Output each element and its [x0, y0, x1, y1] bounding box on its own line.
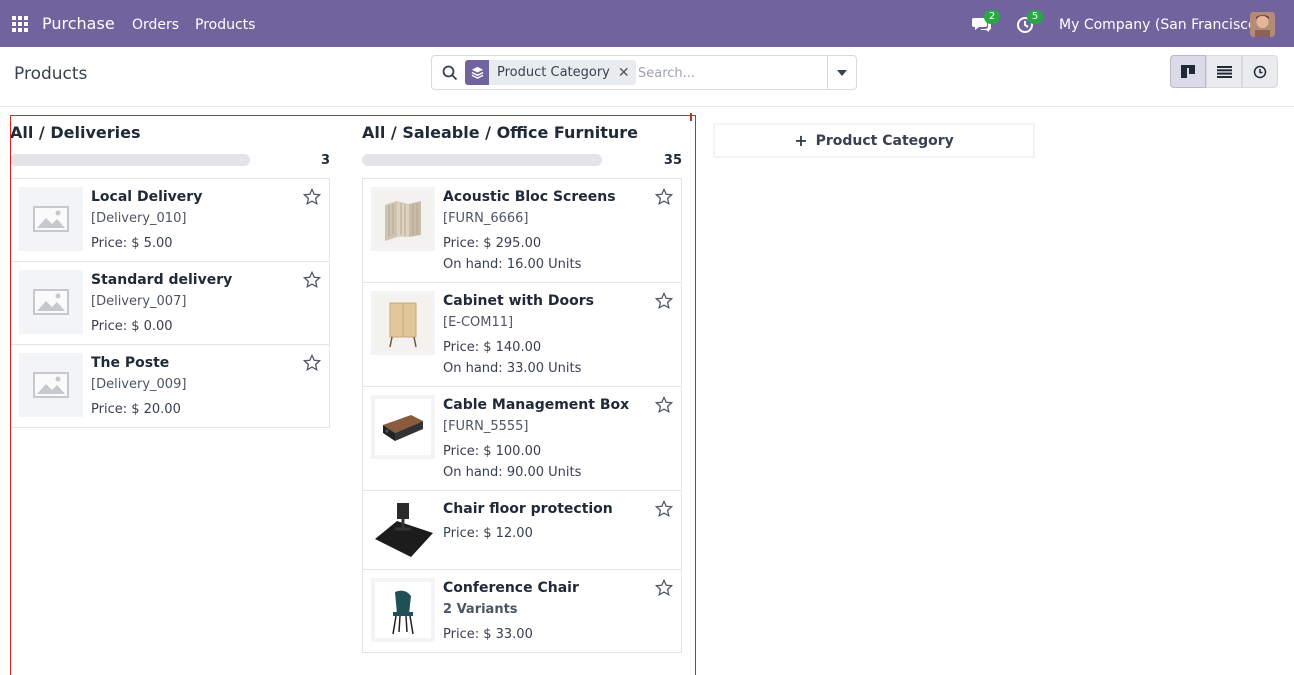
product-image [19, 353, 83, 417]
product-card[interactable]: Standard delivery [Delivery_007] Price: … [10, 261, 330, 345]
kanban-icon [1181, 64, 1195, 78]
company-switcher[interactable]: My Company (San Francisco) [1059, 17, 1262, 33]
search-bar: Product Category ✕ [431, 55, 857, 90]
view-switcher [1170, 55, 1278, 88]
messages-count-badge: 2 [984, 10, 1000, 24]
product-reference: [E-COM11] [443, 315, 514, 330]
activities-button[interactable]: 5 [1015, 10, 1043, 34]
product-price: Price: $ 5.00 [91, 236, 173, 251]
menu-products[interactable]: Products [195, 17, 255, 33]
product-reference: [FURN_5555] [443, 419, 529, 434]
product-image [19, 270, 83, 334]
apps-menu-icon[interactable] [12, 16, 28, 32]
control-panel: Products Product Category ✕ [0, 47, 1294, 107]
product-image [371, 291, 435, 355]
favorite-star-icon[interactable] [655, 292, 673, 310]
user-avatar[interactable] [1250, 12, 1275, 37]
messages-button[interactable]: 2 [972, 10, 1000, 34]
product-price: Price: $ 100.00 [443, 444, 542, 459]
product-name: Conference Chair [443, 580, 579, 596]
clock-icon [1253, 65, 1267, 78]
product-on-hand: On hand: 90.00 Units [443, 465, 582, 480]
placeholder-image-icon [33, 372, 69, 398]
product-price: Price: $ 0.00 [91, 319, 173, 334]
product-name: Chair floor protection [443, 501, 613, 517]
product-card[interactable]: Local Delivery [Delivery_010] Price: $ 5… [10, 178, 330, 262]
add-column-button[interactable]: + Product Category [714, 124, 1034, 157]
favorite-star-icon[interactable] [655, 579, 673, 597]
product-reference: [FURN_6666] [443, 211, 529, 226]
kanban-board: All / Deliveries 3 Local Delivery [Deliv… [0, 108, 1294, 657]
page-title[interactable]: Products [14, 64, 87, 84]
column-progress-bar[interactable] [362, 154, 602, 166]
product-name: Cabinet with Doors [443, 293, 594, 309]
product-price: Price: $ 12.00 [443, 526, 533, 541]
product-price: Price: $ 33.00 [443, 627, 533, 642]
favorite-star-icon[interactable] [655, 500, 673, 518]
product-name: Standard delivery [91, 272, 233, 288]
favorite-star-icon[interactable] [303, 354, 321, 372]
group-by-facet: Product Category ✕ [465, 60, 636, 85]
layers-icon [465, 60, 489, 85]
product-image [371, 187, 435, 251]
column-count: 3 [320, 153, 330, 168]
column-title[interactable]: All / Deliveries [10, 123, 140, 142]
product-card[interactable]: Cable Management Box [FURN_5555] Price: … [362, 386, 682, 491]
placeholder-image-icon [33, 289, 69, 315]
placeholder-image-icon [33, 206, 69, 232]
kanban-view-button[interactable] [1170, 55, 1206, 88]
product-image [371, 395, 435, 459]
column-title[interactable]: All / Saleable / Office Furniture [362, 123, 638, 142]
product-on-hand: On hand: 16.00 Units [443, 257, 582, 272]
product-name: Cable Management Box [443, 397, 630, 413]
product-card[interactable]: Acoustic Bloc Screens [FURN_6666] Price:… [362, 178, 682, 283]
highlight-outline-tick [690, 113, 692, 121]
activity-view-button[interactable] [1242, 55, 1278, 88]
search-icon[interactable] [442, 65, 458, 81]
favorite-star-icon[interactable] [303, 271, 321, 289]
cable-box-image-icon [375, 399, 431, 455]
product-image [19, 187, 83, 251]
favorite-star-icon[interactable] [655, 396, 673, 414]
add-column-label: Product Category [815, 132, 954, 149]
floor-mat-image-icon [371, 499, 435, 563]
product-reference: [Delivery_010] [91, 211, 187, 226]
product-name: Local Delivery [91, 189, 203, 205]
product-variants: 2 Variants [443, 602, 518, 617]
search-input[interactable] [638, 63, 818, 83]
product-on-hand: On hand: 33.00 Units [443, 361, 582, 376]
caret-down-icon [837, 69, 847, 76]
product-reference: [Delivery_009] [91, 377, 187, 392]
product-card[interactable]: Chair floor protection Price: $ 12.00 [362, 490, 682, 570]
menu-orders[interactable]: Orders [132, 17, 179, 33]
top-navbar: Purchase Orders Products 2 5 My Company … [0, 0, 1294, 47]
activities-count-badge: 5 [1027, 10, 1043, 24]
product-card[interactable]: Conference Chair 2 Variants Price: $ 33.… [362, 569, 682, 653]
column-count: 35 [663, 153, 682, 168]
list-icon [1216, 65, 1232, 78]
product-name: Acoustic Bloc Screens [443, 189, 616, 205]
chair-image-icon [375, 582, 431, 638]
product-price: Price: $ 140.00 [443, 340, 542, 355]
product-card[interactable]: Cabinet with Doors [E-COM11] Price: $ 14… [362, 282, 682, 387]
favorite-star-icon[interactable] [303, 188, 321, 206]
product-reference: [Delivery_007] [91, 294, 187, 309]
plus-icon: + [794, 131, 808, 150]
product-price: Price: $ 20.00 [91, 402, 181, 417]
list-view-button[interactable] [1206, 55, 1242, 88]
facet-label: Product Category [497, 65, 610, 80]
screens-image-icon [375, 191, 431, 247]
app-name[interactable]: Purchase [42, 14, 115, 33]
search-options-toggle[interactable] [827, 56, 856, 89]
product-name: The Poste [91, 355, 170, 371]
product-card[interactable]: The Poste [Delivery_009] Price: $ 20.00 [10, 344, 330, 428]
product-image [371, 578, 435, 642]
favorite-star-icon[interactable] [655, 188, 673, 206]
column-progress-bar[interactable] [10, 154, 250, 166]
product-price: Price: $ 295.00 [443, 236, 542, 251]
remove-facet-icon[interactable]: ✕ [618, 65, 636, 81]
product-image [371, 499, 435, 563]
cabinet-image-icon [375, 295, 431, 351]
